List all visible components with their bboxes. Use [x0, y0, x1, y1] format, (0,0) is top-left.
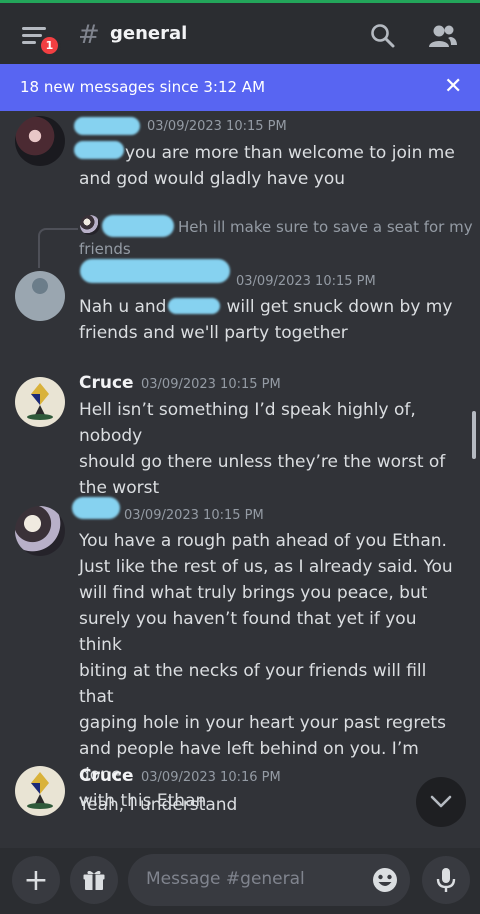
search-icon[interactable] [370, 23, 396, 53]
microphone-icon[interactable] [422, 856, 470, 904]
avatar[interactable] [15, 506, 65, 556]
message-body: Nah u and will get snuck down by my frien… [79, 294, 459, 346]
message-text: Nah u and [79, 297, 167, 317]
avatar[interactable] [15, 271, 65, 321]
message-line: the worst [79, 478, 160, 498]
message-line: You have a rough path ahead of you Ethan… [79, 531, 447, 551]
channel-header: 1 # general [0, 3, 480, 64]
close-icon[interactable]: ✕ [444, 74, 462, 99]
message-line: should go there unless they’re the worst… [79, 452, 446, 472]
message-line: you are more than welcome to join me [125, 143, 455, 163]
reply-preview-cont[interactable]: friends [79, 238, 131, 260]
avatar[interactable] [15, 766, 65, 816]
message-body: you are more than welcome to join me and… [79, 140, 459, 192]
emoji-icon[interactable] [370, 865, 400, 899]
message-line: surely you haven’t found that yet if you… [79, 609, 417, 655]
chevron-down-icon[interactable] [416, 777, 466, 827]
message-input[interactable]: Message #general [128, 854, 410, 906]
message-line: Yeah, I understand [79, 795, 238, 815]
message-author[interactable]: Cruce [79, 373, 134, 393]
reply-connector [38, 228, 78, 268]
redacted-mention [168, 298, 221, 314]
redacted-username [74, 117, 140, 135]
message-line: and god would gladly have you [79, 169, 346, 189]
message-line: Nah u and will get snuck down by my [79, 294, 459, 320]
message-body: Yeah, I understand [79, 792, 459, 818]
message-timestamp: 03/09/2023 10:16 PM [141, 770, 281, 785]
message-line: Hell isn’t something I’d speak highly of… [79, 400, 416, 446]
message-line: biting at the necks of your friends will… [79, 661, 427, 707]
message-timestamp: 03/09/2023 10:15 PM [124, 508, 264, 523]
reply-preview[interactable]: Heh ill make sure to save a seat for my [178, 216, 473, 238]
message-text: will get snuck down by my [226, 297, 453, 317]
message-body: Hell isn’t something I’d speak highly of… [79, 397, 459, 501]
channel-title[interactable]: general [110, 23, 187, 44]
message-line: will find what truly brings you peace, b… [79, 583, 428, 603]
message-input-placeholder: Message #general [146, 869, 305, 889]
message-timestamp: 03/09/2023 10:15 PM [141, 377, 281, 392]
message-timestamp: 03/09/2023 10:15 PM [236, 274, 376, 289]
redacted-username [72, 497, 120, 519]
message-author[interactable]: Cruce [79, 766, 134, 786]
scrollbar-thumb[interactable] [472, 411, 476, 459]
avatar[interactable] [15, 116, 65, 166]
redacted-username [80, 259, 230, 283]
new-messages-banner[interactable]: 18 new messages since 3:12 AM ✕ [0, 64, 480, 111]
message-line: friends and we'll party together [79, 323, 348, 343]
redacted-username [102, 215, 174, 237]
avatar[interactable] [15, 377, 65, 427]
notification-badge: 1 [38, 34, 61, 57]
message-timestamp: 03/09/2023 10:15 PM [147, 119, 287, 134]
plus-icon[interactable]: + [12, 856, 60, 904]
message-line: gaping hole in your heart your past regr… [79, 713, 446, 733]
new-messages-text: 18 new messages since 3:12 AM [20, 78, 266, 96]
message-list[interactable]: 03/09/2023 10:15 PM you are more than we… [0, 111, 480, 848]
members-icon[interactable] [428, 23, 458, 53]
gift-icon[interactable] [70, 856, 118, 904]
reply-avatar [80, 215, 100, 235]
hash-icon: # [78, 20, 100, 50]
composer-bar: + Message #general [0, 848, 480, 914]
message-line: Just like the rest of us, as I already s… [79, 557, 453, 577]
